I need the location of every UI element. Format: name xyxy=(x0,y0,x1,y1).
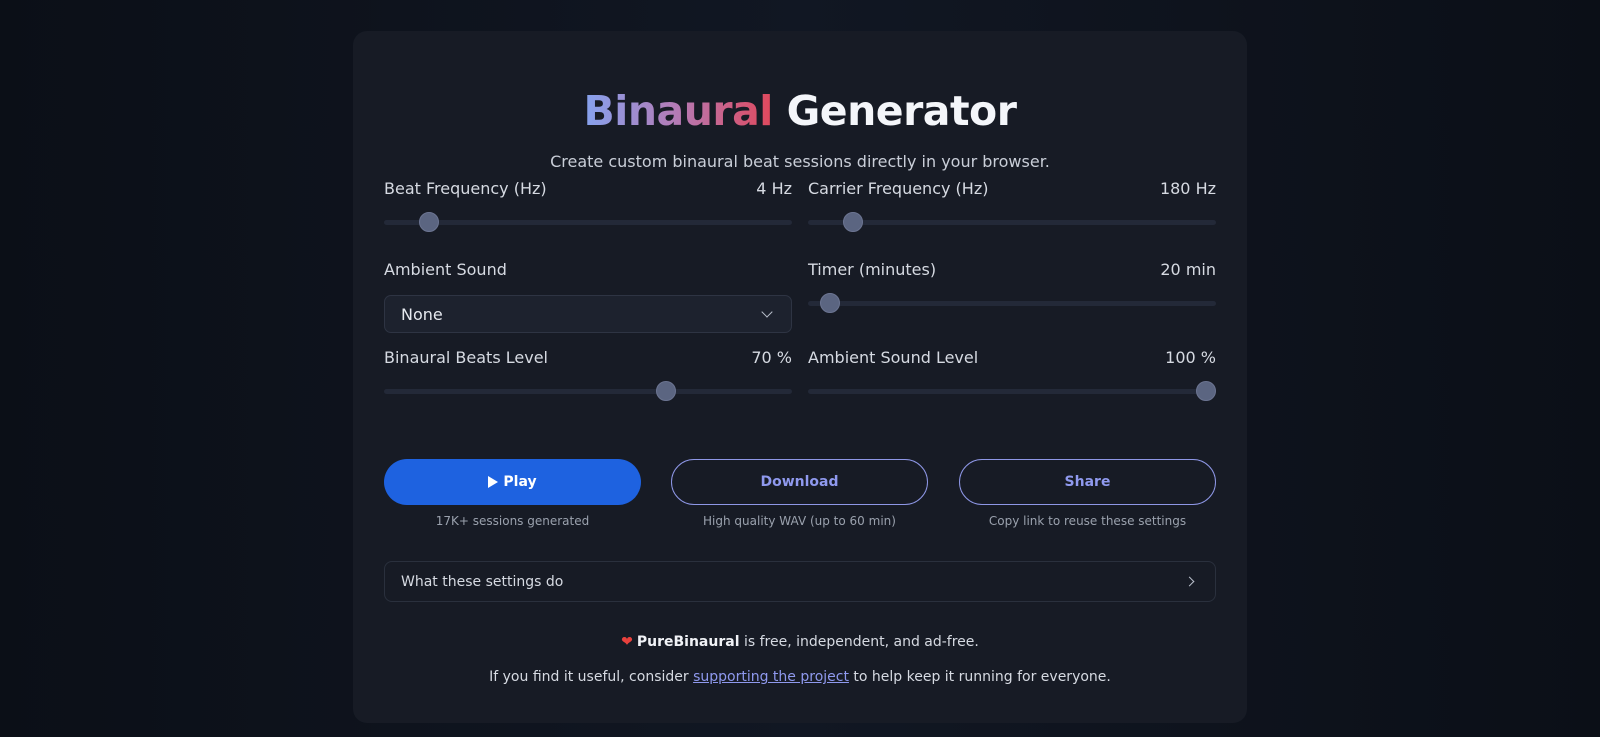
ambient-level-slider[interactable] xyxy=(808,381,1216,401)
carrier-frequency-label: Carrier Frequency (Hz) xyxy=(808,179,989,198)
timer-control: Timer (minutes) 20 min xyxy=(808,260,1216,313)
support-message: ❤ PureBinaural is free, independent, and … xyxy=(353,634,1247,650)
ambient-level-control: Ambient Sound Level 100 % xyxy=(808,348,1216,401)
slider-track[interactable] xyxy=(384,220,792,225)
title-gradient-word: Binaural xyxy=(583,87,774,135)
settings-info-accordion[interactable]: What these settings do xyxy=(384,561,1216,602)
play-icon xyxy=(488,476,499,488)
play-button[interactable]: Play xyxy=(384,459,641,505)
beat-frequency-control: Beat Frequency (Hz) 4 Hz xyxy=(384,179,792,232)
ambient-sound-selected: None xyxy=(401,304,443,324)
beat-frequency-slider[interactable] xyxy=(384,212,792,232)
slider-thumb[interactable] xyxy=(655,381,676,401)
share-button[interactable]: Share xyxy=(959,459,1216,505)
download-button[interactable]: Download xyxy=(671,459,928,505)
support-cta: If you find it useful, consider supporti… xyxy=(353,669,1247,685)
title-plain-word: Generator xyxy=(786,87,1017,135)
support-project-link[interactable]: supporting the project xyxy=(693,669,849,685)
carrier-frequency-value: 180 Hz xyxy=(1159,179,1216,198)
timer-value: 20 min xyxy=(1160,260,1216,279)
timer-label: Timer (minutes) xyxy=(808,260,937,279)
carrier-frequency-control: Carrier Frequency (Hz) 180 Hz xyxy=(808,179,1216,232)
timer-slider[interactable] xyxy=(808,293,1216,313)
carrier-frequency-slider[interactable] xyxy=(808,212,1216,232)
slider-track[interactable] xyxy=(808,301,1216,306)
chevron-down-icon xyxy=(761,306,773,318)
slider-track[interactable] xyxy=(384,389,792,394)
page-subtitle: Create custom binaural beat sessions dir… xyxy=(550,152,1050,171)
ambient-level-label: Ambient Sound Level xyxy=(808,348,979,367)
ambient-sound-control: Ambient Sound xyxy=(384,260,792,279)
beat-frequency-label: Beat Frequency (Hz) xyxy=(384,179,547,198)
slider-track[interactable] xyxy=(808,389,1216,394)
support-cta-after: to help keep it running for everyone. xyxy=(848,669,1111,685)
ambient-sound-label: Ambient Sound xyxy=(384,260,507,279)
download-caption: High quality WAV (up to 60 min) xyxy=(703,514,896,528)
binaural-level-label: Binaural Beats Level xyxy=(384,348,548,367)
slider-track[interactable] xyxy=(808,220,1216,225)
binaural-level-control: Binaural Beats Level 70 % xyxy=(384,348,792,401)
slider-thumb[interactable] xyxy=(842,212,863,232)
slider-thumb[interactable] xyxy=(820,293,841,313)
ambient-sound-select[interactable]: None xyxy=(384,295,792,333)
download-button-label: Download xyxy=(760,474,839,490)
settings-info-label: What these settings do xyxy=(401,573,564,590)
chevron-right-icon xyxy=(1184,576,1195,587)
slider-thumb[interactable] xyxy=(1195,381,1216,401)
support-message-text: is free, independent, and ad-free. xyxy=(739,634,979,650)
support-cta-before: If you find it useful, consider xyxy=(489,669,694,685)
binaural-level-slider[interactable] xyxy=(384,381,792,401)
beat-frequency-value: 4 Hz xyxy=(756,179,792,198)
slider-thumb[interactable] xyxy=(418,212,439,232)
share-button-label: Share xyxy=(1064,474,1111,490)
binaural-level-value: 70 % xyxy=(751,348,792,367)
page-title: Binaural Generator xyxy=(353,87,1247,135)
generator-card: Binaural Generator Create custom binaura… xyxy=(353,31,1247,723)
play-button-label: Play xyxy=(503,474,537,490)
heart-icon: ❤ xyxy=(621,634,633,650)
share-caption: Copy link to reuse these settings xyxy=(988,514,1187,528)
brand-name: PureBinaural xyxy=(636,634,740,650)
play-caption: 17K+ sessions generated xyxy=(435,514,590,528)
ambient-level-value: 100 % xyxy=(1165,348,1216,367)
